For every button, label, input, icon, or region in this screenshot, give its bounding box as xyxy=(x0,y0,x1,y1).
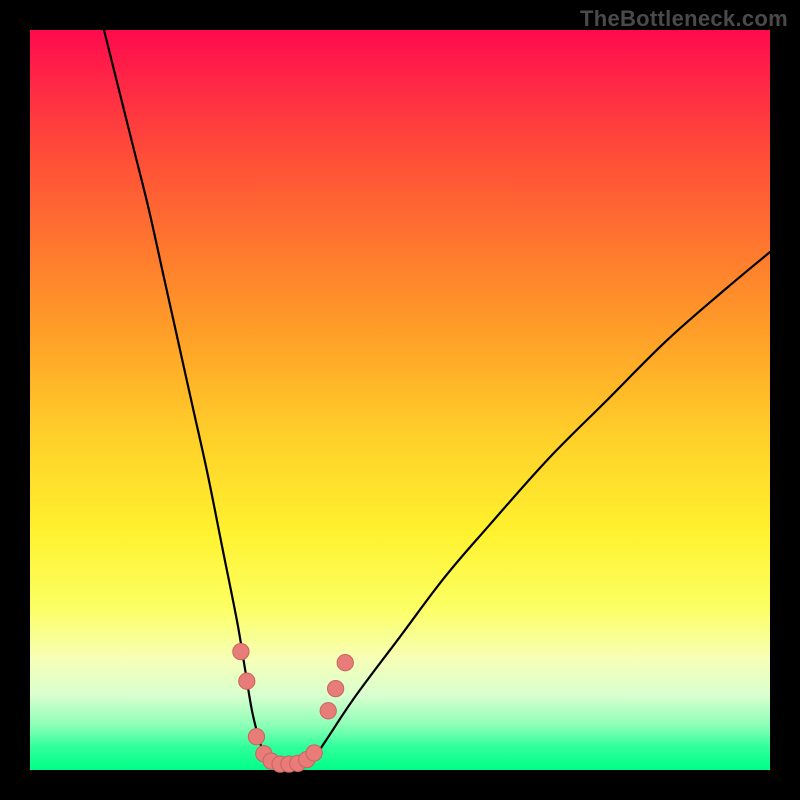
chart-frame: TheBottleneck.com xyxy=(0,0,800,800)
chart-svg xyxy=(30,30,770,770)
marker-point xyxy=(239,673,255,689)
watermark-text: TheBottleneck.com xyxy=(580,6,788,32)
bottleneck-curve xyxy=(104,30,770,769)
marker-point xyxy=(337,655,353,671)
marker-point xyxy=(233,643,249,659)
marker-point xyxy=(306,745,322,761)
plot-area xyxy=(30,30,770,770)
marker-point xyxy=(248,729,264,745)
marker-point xyxy=(320,703,336,719)
marker-point xyxy=(327,680,343,696)
